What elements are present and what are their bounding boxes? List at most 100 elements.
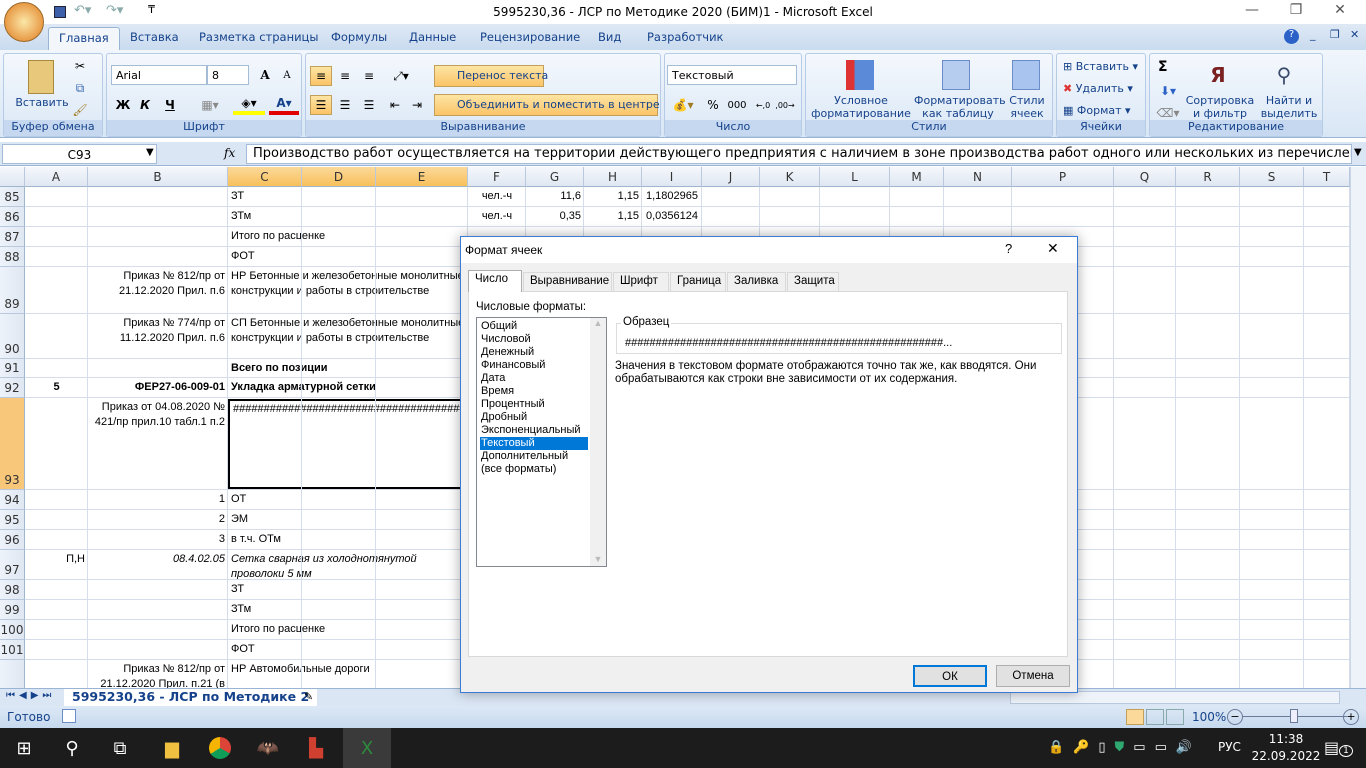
cell-I86[interactable]: 0,0356124 — [642, 208, 702, 226]
find-select-button[interactable]: Найти и выделить — [1258, 94, 1320, 120]
format-painter-icon[interactable]: 🖌 — [72, 102, 88, 118]
cell-C94[interactable]: ОТ — [228, 491, 468, 509]
formats-list-scrollbar[interactable]: ▲ ▼ — [590, 318, 606, 566]
row-header[interactable]: 91 — [0, 359, 25, 378]
row-header[interactable]: 93 — [0, 398, 25, 490]
office-button[interactable] — [4, 2, 44, 42]
align-middle-icon[interactable]: ≡ — [334, 66, 356, 86]
find-select-icon[interactable]: ⚲ — [1270, 60, 1298, 90]
sort-filter-button[interactable]: Сортировка и фильтр — [1184, 94, 1256, 120]
format-option[interactable]: Дробный — [480, 411, 588, 424]
workbook-restore-icon[interactable]: ❐ — [1330, 28, 1340, 41]
column-header-J[interactable]: J — [702, 167, 760, 187]
ok-button[interactable]: ОК — [913, 665, 987, 687]
dialog-tab-1[interactable]: Выравнивание — [523, 272, 612, 291]
cell-styles-button[interactable]: Стили ячеек — [1002, 94, 1052, 120]
row-header[interactable]: 98 — [0, 580, 25, 600]
format-option[interactable]: Денежный — [480, 346, 588, 359]
column-header-E[interactable]: E — [376, 167, 468, 187]
decrease-font-icon[interactable]: A — [277, 65, 297, 85]
align-top-icon[interactable]: ≡ — [310, 66, 332, 86]
cell-B92[interactable]: ФЕР27-06-009-01 — [88, 379, 228, 397]
cell-B90[interactable]: Приказ № 774/пр от 11.12.2020 Прил. п.6 — [88, 315, 228, 358]
cell-B102[interactable]: Приказ № 812/пр от 21.12.2020 Прил. п.21… — [88, 661, 228, 688]
clock-date[interactable]: 22.09.2022 — [1250, 749, 1322, 763]
row-header[interactable]: 96 — [0, 530, 25, 550]
format-option[interactable]: Числовой — [480, 333, 588, 346]
ribbon-minimize-icon[interactable]: _ — [1310, 28, 1316, 41]
conditional-formatting-button[interactable]: Условное форматирование — [808, 94, 914, 120]
dialog-help-button[interactable]: ? — [1005, 241, 1012, 256]
tab-home[interactable]: Главная — [48, 27, 120, 50]
cell-A97[interactable]: П,Н — [25, 551, 88, 579]
cell-G86[interactable]: 0,35 — [526, 208, 584, 226]
column-header-A[interactable]: A — [25, 167, 88, 187]
cell-A92[interactable]: 5 — [25, 379, 88, 397]
page-break-view-icon[interactable] — [1166, 709, 1184, 725]
cancel-button[interactable]: Отмена — [996, 665, 1070, 687]
column-header-P[interactable]: P — [1012, 167, 1114, 187]
tab-data[interactable]: Данные — [409, 30, 456, 44]
cell-G85[interactable]: 11,6 — [526, 188, 584, 206]
dialog-tab-3[interactable]: Граница — [670, 272, 726, 291]
chrome-icon[interactable] — [196, 728, 244, 768]
zoom-level[interactable]: 100% — [1192, 710, 1226, 724]
format-option[interactable]: Дополнительный — [480, 450, 588, 463]
format-option[interactable]: Финансовый — [480, 359, 588, 372]
cut-icon[interactable]: ✂ — [72, 58, 88, 74]
expand-formula-icon[interactable]: ▼ — [1354, 147, 1362, 158]
formula-input[interactable]: Производство работ осуществляется на тер… — [246, 144, 1352, 164]
dialog-close-button[interactable]: ✕ — [1047, 240, 1059, 257]
row-header[interactable]: 99 — [0, 600, 25, 620]
row-header[interactable] — [0, 660, 25, 688]
cell-C101[interactable]: ФОТ — [228, 641, 468, 659]
cell-C88[interactable]: ФОТ — [228, 248, 468, 266]
column-header-H[interactable]: H — [584, 167, 642, 187]
row-header[interactable]: 100 — [0, 620, 25, 640]
cell-styles-icon[interactable] — [1012, 60, 1040, 90]
cell-C90[interactable]: СП Бетонные и железобетонные монолитные … — [228, 315, 468, 358]
cell-F86[interactable]: чел.-ч — [468, 208, 526, 226]
thousands-button[interactable]: 000 — [725, 95, 749, 115]
column-header-F[interactable]: F — [468, 167, 526, 187]
increase-font-icon[interactable]: A — [255, 65, 275, 85]
decrease-indent-icon[interactable]: ⇤ — [384, 95, 406, 115]
cell-C97[interactable]: Сетка сварная из холоднотянутой проволок… — [228, 551, 468, 579]
cell-C87[interactable]: Итого по расценке — [228, 228, 468, 246]
sort-filter-icon[interactable]: Я — [1204, 60, 1232, 90]
cell-C93[interactable]: ########################################… — [228, 399, 463, 489]
align-right-icon[interactable]: ☰ — [358, 95, 380, 115]
wrap-text-button[interactable]: Перенос текста — [434, 65, 548, 87]
start-icon[interactable]: ⊞ — [0, 728, 48, 768]
zoom-out-icon[interactable]: − — [1227, 709, 1243, 725]
currency-format-icon[interactable]: 💰▾ — [669, 95, 697, 115]
zoom-slider-thumb[interactable] — [1290, 709, 1298, 723]
cell-C95[interactable]: ЭМ — [228, 511, 468, 529]
borders-icon[interactable]: ▦▾ — [195, 95, 225, 115]
format-cells-button[interactable]: ▦ Формат ▾ — [1063, 104, 1131, 117]
format-option[interactable]: (все форматы) — [480, 463, 588, 476]
sheet-tab-active[interactable]: 5995230,36 - ЛСР по Методике 2 — [64, 689, 318, 706]
estimate-app-icon[interactable]: ▙ — [292, 728, 340, 768]
percent-button[interactable]: % — [703, 95, 723, 115]
clock-time[interactable]: 11:38 — [1264, 732, 1308, 746]
format-option[interactable]: Общий — [480, 320, 588, 333]
row-header[interactable]: 87 — [0, 227, 25, 247]
page-layout-view-icon[interactable] — [1146, 709, 1164, 725]
task-view-icon[interactable]: ⧉ — [96, 728, 144, 768]
column-header-C[interactable]: C — [228, 167, 302, 187]
search-icon[interactable]: ⚲ — [48, 728, 96, 768]
fill-color-icon[interactable]: ◈▾ — [233, 95, 265, 115]
notifications-icon[interactable]: ▤ 1 — [1324, 738, 1353, 757]
increase-indent-icon[interactable]: ⇥ — [406, 95, 428, 115]
row-header[interactable]: 97 — [0, 550, 25, 580]
number-format-select[interactable]: Текстовый — [667, 65, 797, 85]
cell-F85[interactable]: чел.-ч — [468, 188, 526, 206]
name-box[interactable]: C93 — [2, 144, 157, 164]
select-all-corner[interactable] — [0, 167, 25, 187]
italic-button[interactable]: К — [135, 95, 155, 115]
font-size-select[interactable]: 8 — [207, 65, 249, 85]
font-color-icon[interactable]: A▾ — [269, 95, 299, 115]
new-sheet-icon[interactable]: ✎ — [304, 690, 313, 703]
scroll-down-icon[interactable]: ▼ — [590, 554, 606, 564]
